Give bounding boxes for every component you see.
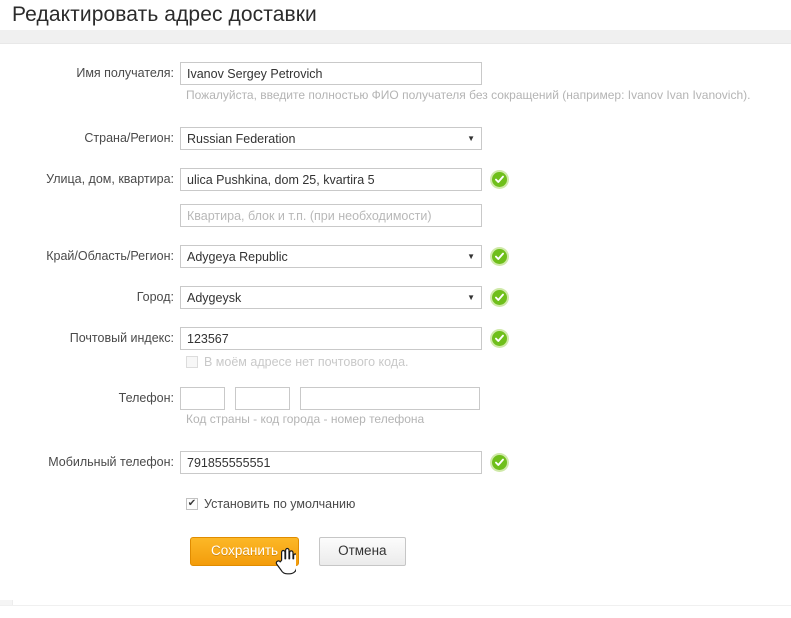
no-postcode-checkbox-label: В моём адресе нет почтового кода. bbox=[204, 355, 409, 369]
form-row-city: Город: Adygeysk ▼ bbox=[0, 286, 791, 309]
page-title: Редактировать адрес доставки bbox=[12, 3, 317, 27]
region-valid-check-icon bbox=[492, 249, 507, 264]
header-divider-strip bbox=[0, 30, 791, 44]
form-actions: Сохранить Отмена bbox=[190, 537, 791, 566]
set-default-checkbox-label: Установить по умолчанию bbox=[204, 497, 355, 511]
set-default-checkbox-row[interactable]: ✔ Установить по умолчанию bbox=[186, 497, 791, 511]
phone-city-code-input[interactable] bbox=[235, 387, 290, 410]
mobile-phone-valid-check-icon bbox=[492, 455, 507, 470]
chevron-down-icon: ▼ bbox=[467, 253, 475, 261]
form-row-street: Улица, дом, квартира: bbox=[0, 168, 791, 191]
phone-number-input[interactable] bbox=[300, 387, 480, 410]
region-field-area: Adygeya Republic ▼ bbox=[180, 245, 507, 268]
street-label: Улица, дом, квартира: bbox=[0, 168, 180, 191]
page-bottom-edge bbox=[0, 605, 791, 618]
recipient-name-label: Имя получателя: bbox=[0, 62, 180, 85]
recipient-name-field-area bbox=[180, 62, 482, 85]
city-selected-value: Adygeysk bbox=[187, 291, 463, 305]
phone-hint: Код страны - код города - номер телефона bbox=[186, 412, 791, 427]
region-label: Край/Область/Регион: bbox=[0, 245, 180, 268]
save-button[interactable]: Сохранить bbox=[190, 537, 299, 566]
city-valid-check-icon bbox=[492, 290, 507, 305]
postcode-input[interactable] bbox=[180, 327, 482, 350]
phone-label: Телефон: bbox=[0, 387, 180, 410]
address-form: Имя получателя: Пожалуйста, введите полн… bbox=[0, 44, 791, 600]
form-row-postcode: Почтовый индекс: bbox=[0, 327, 791, 350]
country-selected-value: Russian Federation bbox=[187, 132, 463, 146]
country-label: Страна/Регион: bbox=[0, 127, 180, 150]
chevron-down-icon: ▼ bbox=[467, 135, 475, 143]
street-valid-check-icon bbox=[492, 172, 507, 187]
page-header: Редактировать адрес доставки bbox=[0, 0, 791, 30]
city-label: Город: bbox=[0, 286, 180, 309]
region-select[interactable]: Adygeya Republic ▼ bbox=[180, 245, 482, 268]
form-row-country: Страна/Регион: Russian Federation ▼ bbox=[0, 127, 791, 150]
postcode-label: Почтовый индекс: bbox=[0, 327, 180, 350]
no-postcode-checkbox bbox=[186, 356, 198, 368]
form-row-region: Край/Область/Регион: Adygeya Republic ▼ bbox=[0, 245, 791, 268]
street-input[interactable] bbox=[180, 168, 482, 191]
country-field-area: Russian Federation ▼ bbox=[180, 127, 482, 150]
apartment-field-area bbox=[180, 204, 482, 227]
phone-field-area bbox=[180, 387, 480, 410]
city-select[interactable]: Adygeysk ▼ bbox=[180, 286, 482, 309]
set-default-checkbox: ✔ bbox=[186, 498, 198, 510]
chevron-down-icon: ▼ bbox=[467, 294, 475, 302]
checkmark-icon: ✔ bbox=[188, 499, 196, 509]
mobile-phone-label: Мобильный телефон: bbox=[0, 451, 180, 474]
form-row-recipient-name: Имя получателя: bbox=[0, 62, 791, 85]
no-postcode-checkbox-row[interactable]: В моём адресе нет почтового кода. bbox=[186, 355, 791, 369]
phone-country-code-input[interactable] bbox=[180, 387, 225, 410]
form-row-mobile-phone: Мобильный телефон: bbox=[0, 451, 791, 474]
apartment-input[interactable] bbox=[180, 204, 482, 227]
city-field-area: Adygeysk ▼ bbox=[180, 286, 507, 309]
postcode-valid-check-icon bbox=[492, 331, 507, 346]
form-row-phone: Телефон: bbox=[0, 387, 791, 410]
postcode-field-area bbox=[180, 327, 507, 350]
region-selected-value: Adygeya Republic bbox=[187, 250, 463, 264]
street-field-area bbox=[180, 168, 507, 191]
cancel-button[interactable]: Отмена bbox=[319, 537, 405, 566]
country-select[interactable]: Russian Federation ▼ bbox=[180, 127, 482, 150]
mobile-phone-field-area bbox=[180, 451, 507, 474]
mobile-phone-input[interactable] bbox=[180, 451, 482, 474]
recipient-name-input[interactable] bbox=[180, 62, 482, 85]
form-row-apartment bbox=[0, 204, 791, 227]
recipient-name-hint: Пожалуйста, введите полностью ФИО получа… bbox=[186, 88, 791, 103]
